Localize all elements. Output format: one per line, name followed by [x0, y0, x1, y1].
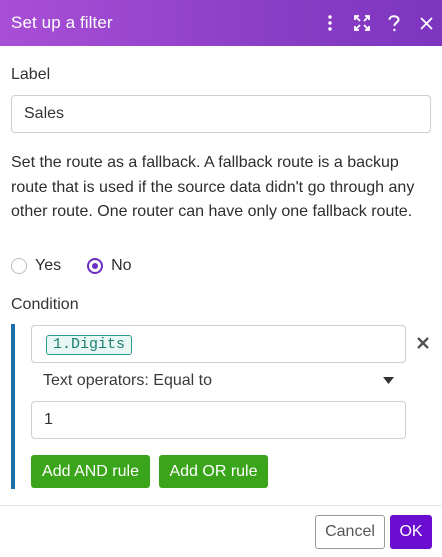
header-tools	[314, 0, 442, 46]
help-icon	[388, 14, 400, 31]
fallback-radio-group: Yes No	[11, 255, 158, 277]
chevron-down-icon	[383, 377, 394, 384]
condition-heading: Condition	[11, 296, 79, 313]
footer-divider	[0, 505, 442, 506]
condition-value-input[interactable]	[31, 401, 406, 439]
condition-operand-field[interactable]: 1.Digits	[31, 325, 406, 363]
radio-no[interactable]	[87, 258, 104, 274]
expand-icon	[354, 15, 370, 31]
radio-no-label: No	[111, 257, 132, 274]
label-heading: Label	[11, 66, 51, 83]
more-vertical-icon	[328, 15, 332, 31]
help-button[interactable]	[378, 0, 410, 46]
close-icon	[419, 16, 433, 30]
fallback-description: Set the route as a fallback. A fallback …	[11, 154, 415, 220]
ok-button[interactable]: OK	[390, 515, 432, 549]
operator-value: Text operators: Equal to	[43, 372, 212, 389]
add-and-rule-button[interactable]: Add AND rule	[31, 455, 150, 488]
close-button[interactable]	[410, 0, 442, 46]
dialog-title: Set up a filter	[11, 13, 113, 32]
fallback-yes-option[interactable]: Yes	[11, 257, 61, 275]
label-input[interactable]	[11, 95, 431, 133]
radio-yes[interactable]	[11, 258, 27, 274]
remove-rule-button[interactable]	[414, 334, 432, 352]
expand-button[interactable]	[346, 0, 378, 46]
operator-select[interactable]: Text operators: Equal to	[31, 366, 406, 398]
close-icon	[417, 337, 429, 349]
field-token[interactable]: 1.Digits	[46, 335, 133, 355]
more-options-button[interactable]	[314, 0, 346, 46]
add-or-rule-button[interactable]: Add OR rule	[159, 455, 268, 488]
cancel-button[interactable]: Cancel	[315, 515, 385, 549]
dialog-header: Set up a filter	[0, 0, 442, 46]
fallback-no-option[interactable]: No	[87, 257, 132, 275]
radio-yes-label: Yes	[35, 257, 62, 274]
